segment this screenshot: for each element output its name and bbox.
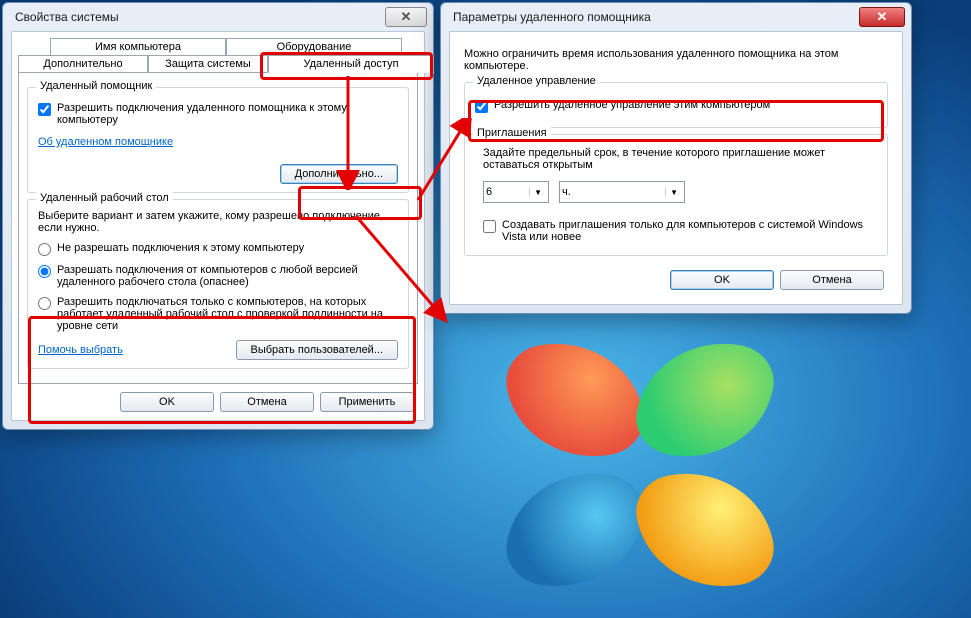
rdp-option-none[interactable]: Не разрешать подключения к этому компьют… xyxy=(38,242,398,256)
tab-advanced[interactable]: Дополнительно xyxy=(18,55,148,73)
tab-remote[interactable]: Удаленный доступ xyxy=(268,55,434,73)
remote-assistant-params-window: Параметры удаленного помощника ✕ Можно о… xyxy=(440,2,912,314)
tab-computer-name[interactable]: Имя компьютера xyxy=(50,38,226,56)
window-title: Параметры удаленного помощника xyxy=(453,10,859,24)
tab-protection[interactable]: Защита системы xyxy=(148,55,268,73)
window-title: Свойства системы xyxy=(15,10,385,24)
chevron-down-icon: ▼ xyxy=(665,188,682,197)
ok-button[interactable]: OK xyxy=(120,392,214,412)
duration-unit-select[interactable]: ч.▼ xyxy=(559,181,685,203)
help-choose-link[interactable]: Помочь выбрать xyxy=(38,344,123,356)
windows-logo xyxy=(500,340,780,600)
advanced-button[interactable]: Дополнительно... xyxy=(280,164,398,184)
tab-hardware[interactable]: Оборудование xyxy=(226,38,402,56)
system-properties-window: Свойства системы ✕ Имя компьютера Оборуд… xyxy=(2,2,434,430)
group-label: Приглашения xyxy=(473,127,551,139)
chevron-down-icon: ▼ xyxy=(529,188,546,197)
rdp-option-nla[interactable]: Разрешить подключаться только с компьюте… xyxy=(38,296,398,332)
ok-button[interactable]: OK xyxy=(670,270,774,290)
cancel-button[interactable]: Отмена xyxy=(780,270,884,290)
group-label: Удаленный помощник xyxy=(36,80,156,92)
titlebar[interactable]: Параметры удаленного помощника ✕ xyxy=(441,3,911,31)
invite-text: Задайте предельный срок, в течение котор… xyxy=(475,147,877,171)
tabs: Имя компьютера Оборудование Дополнительн… xyxy=(18,38,418,74)
allow-assistant-checkbox[interactable]: Разрешить подключения удаленного помощни… xyxy=(38,102,398,126)
allow-control-checkbox[interactable]: Разрешить удаленное управление этим комп… xyxy=(475,99,877,113)
titlebar[interactable]: Свойства системы ✕ xyxy=(3,3,433,31)
about-assistant-link[interactable]: Об удаленном помощнике xyxy=(38,136,173,148)
rdp-intro: Выберите вариант и затем укажите, кому р… xyxy=(38,210,398,234)
close-icon[interactable]: ✕ xyxy=(859,7,905,27)
remote-assistant-group: Удаленный помощник Разрешить подключения… xyxy=(27,87,409,193)
vista-only-checkbox[interactable]: Создавать приглашения только для компьют… xyxy=(475,219,877,243)
invitations-group: Приглашения Задайте предельный срок, в т… xyxy=(464,134,888,256)
close-icon[interactable]: ✕ xyxy=(385,7,427,27)
rdp-option-any[interactable]: Разрешать подключения от компьютеров с л… xyxy=(38,264,398,288)
apply-button[interactable]: Применить xyxy=(320,392,414,412)
group-label: Удаленное управление xyxy=(473,75,600,87)
duration-number-select[interactable]: 6▼ xyxy=(483,181,549,203)
cancel-button[interactable]: Отмена xyxy=(220,392,314,412)
remote-desktop-group: Удаленный рабочий стол Выберите вариант … xyxy=(27,199,409,369)
remote-control-group: Удаленное управление Разрешить удаленное… xyxy=(464,82,888,128)
group-label: Удаленный рабочий стол xyxy=(36,192,173,204)
select-users-button[interactable]: Выбрать пользователей... xyxy=(236,340,399,360)
intro-text: Можно ограничить время использования уда… xyxy=(464,48,888,72)
